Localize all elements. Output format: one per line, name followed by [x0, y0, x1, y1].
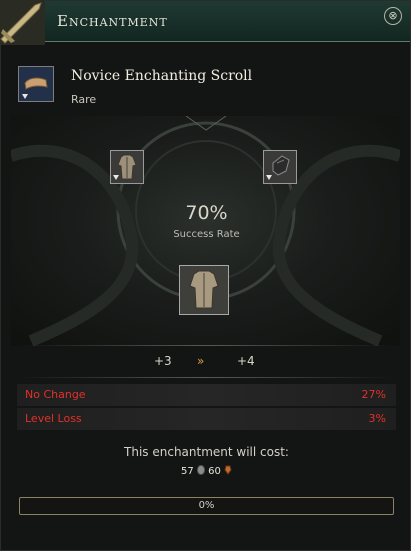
divider-bottom	[19, 377, 394, 378]
cost-amount-b: 60	[208, 466, 221, 477]
progress-text: 0%	[198, 500, 215, 511]
scroll-graphic	[19, 67, 53, 101]
title-bar[interactable]: Enchantment ⊗	[0, 0, 410, 45]
cost-label: This enchantment will cost:	[124, 445, 289, 459]
outcome-value: 3%	[368, 412, 386, 425]
close-button[interactable]: ⊗	[384, 7, 402, 25]
armor-icon	[113, 154, 137, 180]
scroll-icon[interactable]	[18, 66, 54, 102]
armor-slot-left[interactable]	[110, 150, 144, 184]
outcome-label: No Change	[25, 388, 86, 401]
armor-result-icon	[189, 270, 219, 309]
outcome-label: Level Loss	[25, 412, 82, 425]
to-level: +4	[237, 354, 255, 368]
cost-amount-a: 57	[180, 466, 194, 477]
item-rarity: Rare	[71, 93, 97, 106]
gauntlet-slot[interactable]	[263, 150, 297, 184]
item-name: Novice Enchanting Scroll	[71, 68, 253, 84]
outcome-row: No Change 27%	[17, 384, 396, 406]
divider-top	[19, 345, 394, 346]
double-chevron-icon: »	[197, 354, 205, 368]
window-title: Enchantment	[57, 12, 168, 30]
success-rate-label: Success Rate	[173, 229, 240, 240]
close-icon: ⊗	[388, 9, 398, 22]
armor-result-slot[interactable]	[179, 265, 229, 315]
outcome-row: Level Loss 3%	[17, 408, 396, 430]
success-rate-value: 70%	[185, 202, 228, 224]
progress-bar: 0%	[19, 497, 394, 515]
from-level: +3	[154, 354, 172, 368]
gauntlet-icon	[266, 155, 290, 180]
enchantment-window: Enchantment ⊗ Novice Enchanting Scroll R…	[0, 0, 411, 551]
silver-coin-icon	[196, 465, 205, 478]
outcome-value: 27%	[361, 388, 386, 401]
cost-amounts: 57 60	[1, 465, 411, 478]
copper-coin-icon	[224, 465, 232, 478]
sword-emblem-icon	[0, 0, 45, 45]
